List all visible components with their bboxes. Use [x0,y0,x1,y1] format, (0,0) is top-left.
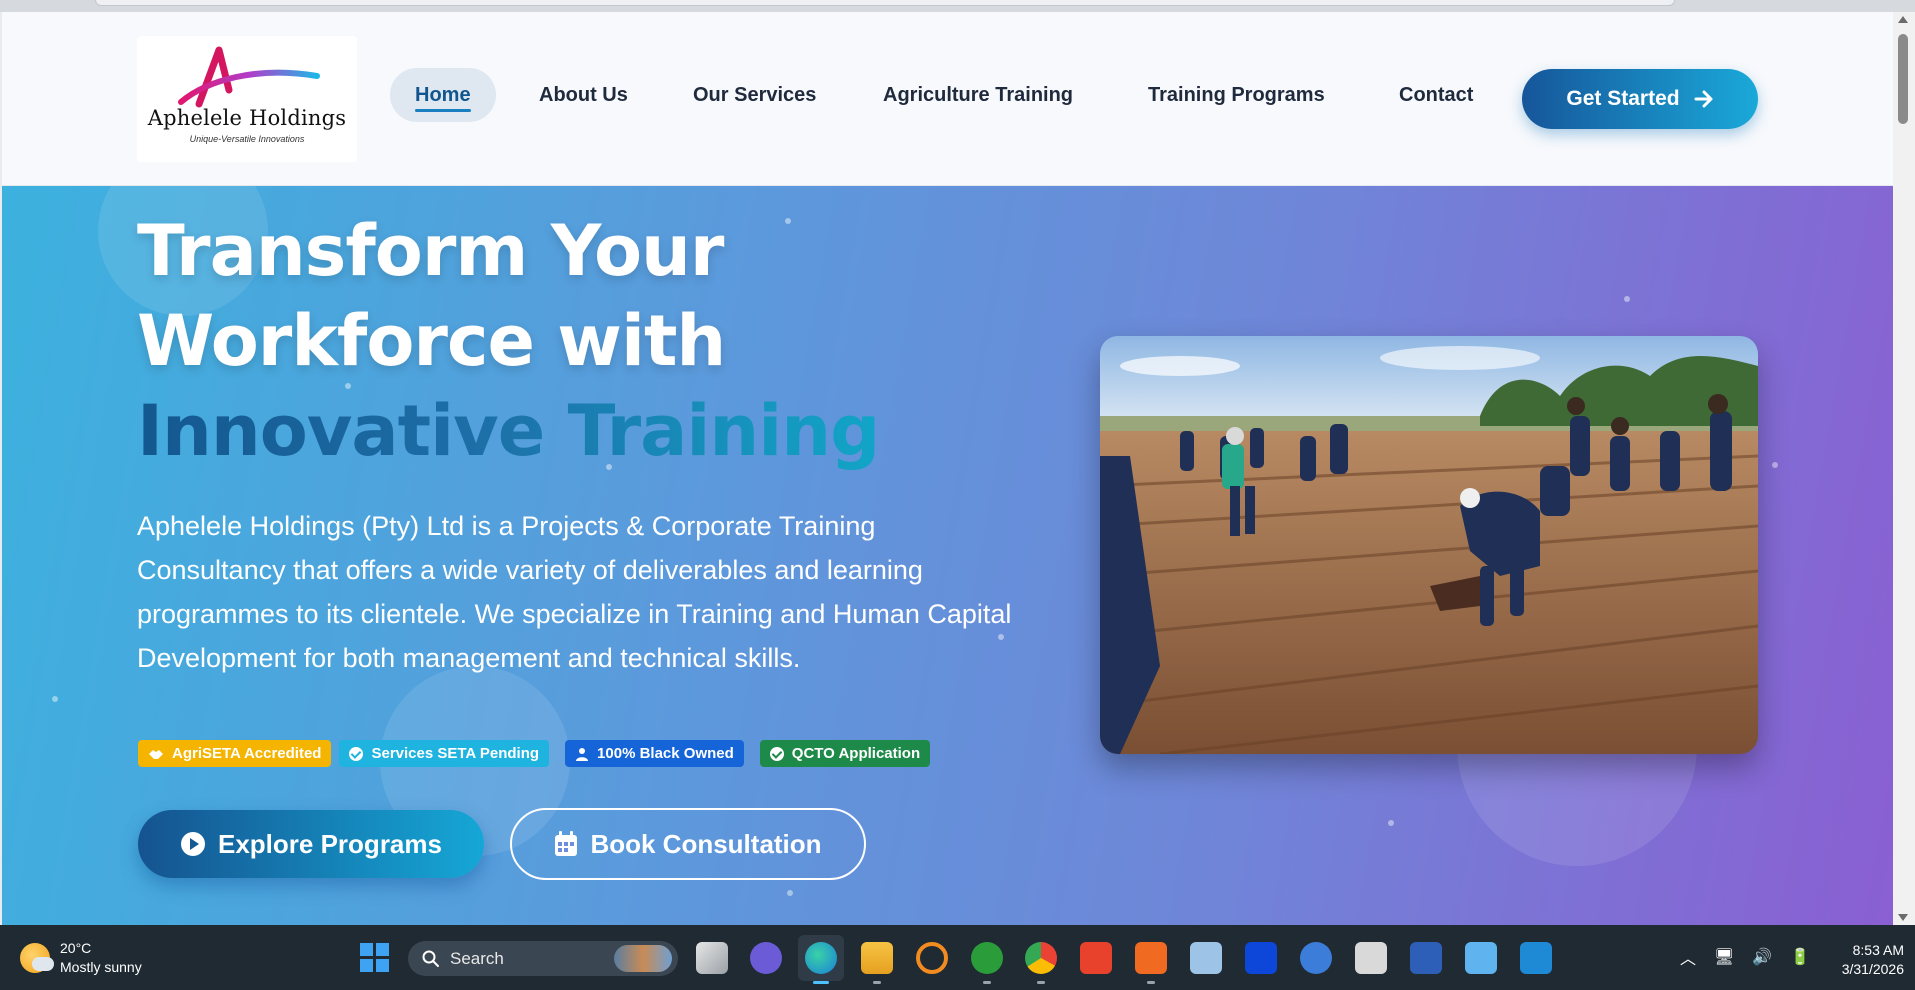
nav-our-services[interactable]: Our Services [693,68,816,122]
arrow-right-icon [1694,90,1713,108]
decor-dot [1388,820,1394,826]
hero-description: Aphelele Holdings (Pty) Ltd is a Project… [137,511,1012,673]
logo-name: Aphelele Holdings [147,106,347,130]
check-circle-icon [769,746,784,761]
book-consultation-label: Book Consultation [590,828,822,859]
decor-dot [787,890,793,896]
chevron-up-icon[interactable]: ︿ [1680,945,1696,969]
volume-icon[interactable]: 🔊 [1752,947,1772,967]
calendar-icon [555,831,578,856]
clock[interactable]: 8:53 AM 3/31/2026 [1822,941,1904,979]
weather-temp: 20°C [60,940,92,956]
get-started-label: Get Started [1566,87,1680,110]
weather-condition: Mostly sunny [60,959,142,975]
site-header: Aphelele Holdings Unique-Versatile Innov… [2,12,1893,186]
badge-qcto: QCTO Application [759,740,931,767]
windows-logo-icon [376,943,389,956]
network-icon[interactable]: 🖥 [1714,947,1734,967]
clock-time: 8:53 AM [1852,942,1904,958]
nav-about-us[interactable]: About Us [539,68,628,122]
clock-date: 3/31/2026 [1841,961,1904,977]
windows-logo-icon [376,959,389,972]
browser-frame [0,0,1915,12]
scroll-up-icon[interactable] [1898,16,1908,23]
hero-title-line2: Workforce with [137,300,726,382]
farm-photo-illustration [1100,336,1758,754]
check-circle-icon [349,746,364,761]
weather-sun-icon [20,943,54,973]
address-bar-edge [95,0,1675,6]
chrome-icon[interactable] [1025,942,1057,984]
search-highlight-icon [614,945,672,972]
get-started-button[interactable]: Get Started [1522,69,1758,129]
anydesk-icon[interactable] [1080,942,1112,974]
explore-programs-label: Explore Programs [218,828,442,859]
hero-title-line1: Transform Your [137,210,724,292]
nav-home[interactable]: Home [390,68,496,122]
nav-contact[interactable]: Contact [1399,68,1473,122]
git-tool-icon[interactable] [971,942,1003,984]
taskbar-search[interactable]: Search [408,941,678,976]
start-button[interactable] [360,943,390,973]
teams-icon[interactable] [750,942,782,974]
logo-mark-icon [178,46,320,108]
snipping-tool-icon[interactable] [1355,942,1387,974]
handshake-icon [149,749,163,759]
file-explorer-icon[interactable] [861,942,893,984]
system-tray: ︿ 🖥 🔊 🔋 [1680,945,1810,969]
hero-image-farm-workers [1100,336,1758,754]
vscode-icon[interactable] [1520,942,1552,974]
badge-label: Services SETA Pending [371,745,540,762]
nav-training-programs[interactable]: Training Programs [1148,68,1325,122]
explore-programs-button[interactable]: Explore Programs [138,810,484,878]
notepad-icon[interactable] [1465,942,1497,974]
hero-title-highlight: Innovative Training [137,390,880,472]
badge-black-owned: 100% Black Owned [565,740,744,767]
xampp-icon[interactable] [1135,942,1167,984]
image-viewer-icon[interactable] [1190,942,1222,974]
intellij-icon[interactable] [1245,942,1277,974]
accreditation-badges: AgriSETA Accredited Services SETA Pendin… [138,740,931,767]
windows-taskbar: 20°C Mostly sunny Search ︿ 🖥 🔊 🔋 8:53 AM… [0,925,1915,990]
windows-logo-icon [360,959,373,972]
battery-icon[interactable]: 🔋 [1790,947,1810,967]
decor-dot [52,696,58,702]
page-scrollbar[interactable] [1893,12,1915,925]
mysql-workbench-icon[interactable] [1300,942,1332,974]
decor-dot [1624,296,1630,302]
play-circle-icon [181,832,205,856]
page-viewport: Aphelele Holdings Unique-Versatile Innov… [2,12,1893,925]
weather-widget[interactable]: 20°C Mostly sunny [20,939,142,977]
search-tool-icon[interactable] [916,942,948,974]
search-placeholder: Search [450,948,504,968]
badge-agriseta: AgriSETA Accredited [138,740,332,767]
task-view-icon[interactable] [696,942,728,974]
badge-label: QCTO Application [791,745,921,762]
scrollbar-thumb[interactable] [1898,34,1908,124]
decor-dot [1772,462,1778,468]
logo[interactable]: Aphelele Holdings Unique-Versatile Innov… [137,36,357,162]
scroll-down-icon[interactable] [1898,914,1908,921]
badge-services-seta: Services SETA Pending [339,740,550,767]
book-consultation-button[interactable]: Book Consultation [510,808,866,880]
hero-section: Transform Your Workforce with Innovative… [2,186,1893,925]
logo-tagline: Unique-Versatile Innovations [189,134,305,144]
edge-browser-icon[interactable] [805,942,837,984]
nav-agriculture-training[interactable]: Agriculture Training [883,68,1073,122]
powershell-icon[interactable] [1410,942,1442,974]
badge-label: 100% Black Owned [597,745,734,762]
search-icon [422,950,439,967]
windows-logo-icon [360,943,373,956]
badge-label: AgriSETA Accredited [172,745,322,762]
hero-title: Transform Your Workforce with Innovative… [137,206,1037,476]
user-icon [576,747,589,761]
